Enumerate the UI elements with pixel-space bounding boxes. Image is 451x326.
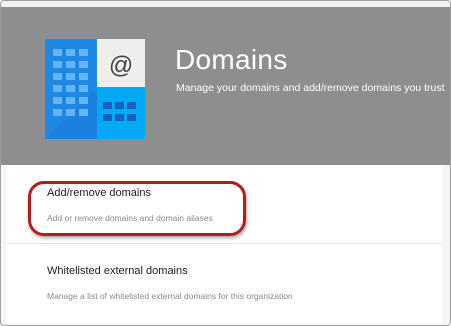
card-title: Add/remove domains xyxy=(47,187,151,199)
domains-building-icon: @ xyxy=(45,39,145,139)
admin-console-window: @ Domains Manage your domains and add/re… xyxy=(0,0,451,326)
card-description: Manage a list of whitelisted external do… xyxy=(47,291,293,301)
card-description: Add or remove domains and domain aliases xyxy=(47,213,213,223)
page-subtitle: Manage your domains and add/remove domai… xyxy=(176,82,445,94)
card-title: Whitelisted external domains xyxy=(47,265,188,277)
settings-list: Add/remove domains Add or remove domains… xyxy=(6,165,442,323)
add-remove-domains-card[interactable]: Add/remove domains Add or remove domains… xyxy=(6,165,442,244)
svg-text:@: @ xyxy=(109,52,133,79)
whitelisted-domains-card[interactable]: Whitelisted external domains Manage a li… xyxy=(6,244,442,322)
page-title: Domains xyxy=(175,44,288,75)
page-header: @ Domains Manage your domains and add/re… xyxy=(1,7,450,165)
